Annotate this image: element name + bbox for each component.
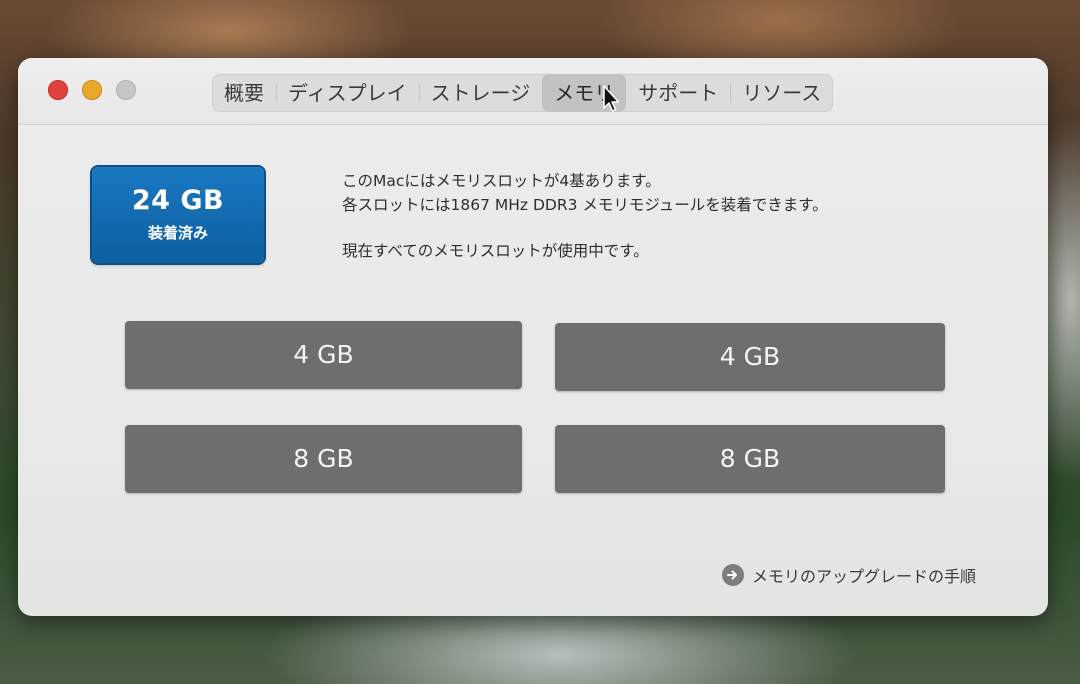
tab-support[interactable]: サポート xyxy=(626,74,730,112)
memory-slot-1: 4 GB xyxy=(125,321,522,389)
installed-memory-amount: 24 GB xyxy=(131,185,225,216)
minimize-icon[interactable] xyxy=(82,80,102,100)
memory-upgrade-link[interactable]: メモリのアップグレードの手順 xyxy=(722,563,976,587)
about-this-mac-window: 概要 ディスプレイ ストレージ メモリ サポート リソース 24 GB 装着済み… xyxy=(18,58,1048,616)
desktop-background: 概要 ディスプレイ ストレージ メモリ サポート リソース 24 GB 装着済み… xyxy=(0,0,1080,684)
tab-storage[interactable]: ストレージ xyxy=(418,74,543,112)
memory-slot-2: 4 GB xyxy=(555,323,945,391)
memory-info-text: このMacにはメモリスロットが4基あります。 各スロットには1867 MHz D… xyxy=(342,169,828,263)
window-toolbar: 概要 ディスプレイ ストレージ メモリ サポート リソース xyxy=(18,58,1048,125)
memory-slot-3: 8 GB xyxy=(125,425,522,493)
memory-slot-count-text: このMacにはメモリスロットが4基あります。 xyxy=(342,172,661,190)
mouse-pointer-icon xyxy=(603,85,620,112)
tab-service[interactable]: リソース xyxy=(730,74,833,112)
memory-slot-4: 8 GB xyxy=(555,425,945,493)
arrow-right-circle-icon xyxy=(722,564,744,586)
memory-panel: 24 GB 装着済み このMacにはメモリスロットが4基あります。 各スロットに… xyxy=(18,125,1048,616)
installed-memory-caption: 装着済み xyxy=(147,224,208,242)
memory-upgrade-link-label[interactable]: メモリのアップグレードの手順 xyxy=(752,563,976,587)
close-icon[interactable] xyxy=(48,80,68,100)
tab-bar: 概要 ディスプレイ ストレージ メモリ サポート リソース xyxy=(212,74,834,112)
installed-memory-badge: 24 GB 装着済み xyxy=(92,167,264,263)
tab-overview[interactable]: 概要 xyxy=(212,74,276,112)
tab-displays[interactable]: ディスプレイ xyxy=(276,74,419,112)
memory-slot-status-text: 現在すべてのメモリスロットが使用中です。 xyxy=(342,242,649,260)
zoom-icon[interactable] xyxy=(116,80,136,100)
memory-module-spec-text: 各スロットには1867 MHz DDR3 メモリモジュールを装着できます。 xyxy=(342,196,828,214)
